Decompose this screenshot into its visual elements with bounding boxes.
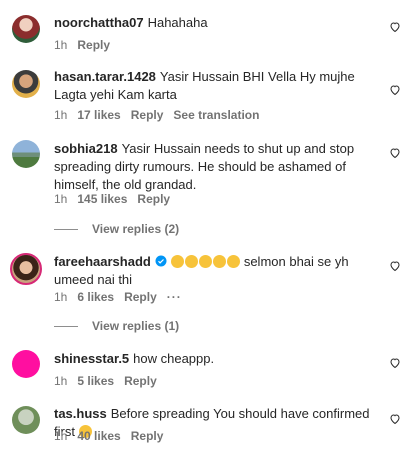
heart-icon[interactable] [389, 21, 401, 33]
comment-text: how cheappp. [133, 351, 215, 366]
comment-meta: 1h 6 likes Reply ··· [54, 290, 192, 304]
reply-button[interactable]: Reply [77, 38, 110, 52]
heart-icon[interactable] [389, 147, 401, 159]
comment-username[interactable]: sobhia218 [54, 141, 118, 156]
comment-meta: 1h 145 likes Reply [54, 192, 180, 206]
comment-text-block: fareehaarshadd selmon bhai se yh umeed na… [54, 253, 372, 289]
avatar[interactable] [12, 350, 40, 378]
comment-time: 1h [54, 38, 68, 52]
laughing-emoji-icon [170, 255, 184, 268]
laughing-emoji-icon [226, 255, 240, 268]
laughing-emoji-icon [198, 255, 212, 268]
comment-time: 1h [54, 290, 68, 304]
reply-button[interactable]: Reply [137, 192, 170, 206]
laughing-emoji-icon [212, 255, 226, 268]
comment-meta: 1h 5 likes Reply [54, 374, 167, 388]
comment-time: 1h [54, 374, 68, 388]
heart-icon[interactable] [389, 413, 401, 425]
reply-divider-line [54, 325, 78, 327]
comment-time: 1h [54, 192, 68, 206]
view-replies-button[interactable]: View replies (1) [54, 319, 179, 333]
like-count[interactable]: 6 likes [77, 290, 114, 304]
heart-icon[interactable] [389, 260, 401, 272]
comment-text-block: sobhia218 Yasir Hussain needs to shut up … [54, 140, 372, 194]
comment-username[interactable]: tas.huss [54, 406, 107, 421]
comment-meta: 1h 17 likes Reply See translation [54, 108, 269, 122]
comment-text-block: hasan.tarar.1428 Yasir Hussain BHI Vella … [54, 68, 372, 104]
like-count[interactable]: 5 likes [77, 374, 114, 388]
like-count[interactable]: 145 likes [77, 192, 127, 206]
comment-meta: 1h 40 likes Reply [54, 429, 173, 443]
avatar[interactable] [12, 15, 40, 43]
avatar[interactable] [10, 253, 42, 285]
like-count[interactable]: 17 likes [77, 108, 120, 122]
reply-button[interactable]: Reply [124, 374, 157, 388]
reply-button[interactable]: Reply [131, 108, 164, 122]
avatar[interactable] [12, 70, 40, 98]
heart-icon[interactable] [389, 84, 401, 96]
like-count[interactable]: 40 likes [77, 429, 120, 443]
comment-time: 1h [54, 108, 68, 122]
comment-text: Hahahaha [147, 15, 208, 30]
view-replies-label: View replies (1) [92, 319, 180, 333]
reply-divider-line [54, 228, 78, 230]
comment-username[interactable]: shinesstar.5 [54, 351, 129, 366]
reply-button[interactable]: Reply [124, 290, 157, 304]
view-replies-label: View replies (2) [92, 222, 180, 236]
comment-username[interactable]: hasan.tarar.1428 [54, 69, 156, 84]
see-translation-link[interactable]: See translation [173, 108, 259, 122]
avatar[interactable] [12, 140, 40, 168]
comment-meta: 1h Reply [54, 38, 120, 52]
laughing-emoji-icon [184, 255, 198, 268]
avatar[interactable] [12, 406, 40, 434]
comment-username[interactable]: noorchattha07 [54, 15, 144, 30]
view-replies-button[interactable]: View replies (2) [54, 222, 179, 236]
comment-text-block: shinesstar.5 how cheappp. [54, 350, 372, 368]
comment-text-block: noorchattha07 Hahahaha [54, 14, 372, 32]
more-options-icon[interactable]: ··· [167, 290, 182, 304]
comment-username[interactable]: fareehaarshadd [54, 254, 151, 269]
reply-button[interactable]: Reply [131, 429, 164, 443]
comment-time: 1h [54, 429, 68, 443]
heart-icon[interactable] [389, 357, 401, 369]
verified-badge-icon [155, 255, 167, 267]
